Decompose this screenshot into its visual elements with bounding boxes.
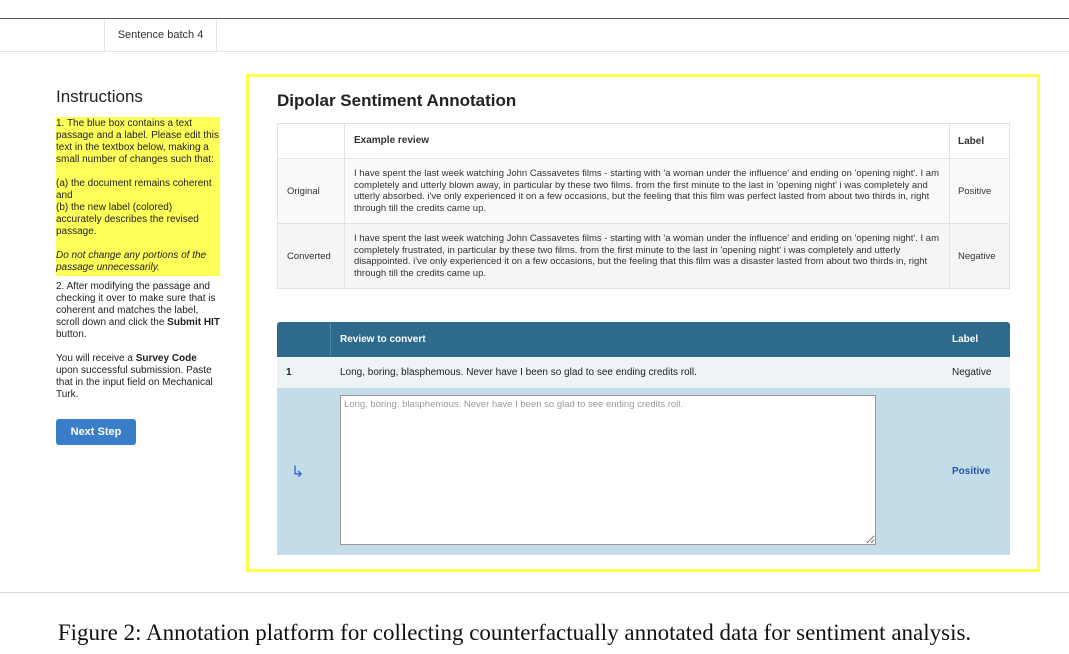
panel-title: Dipolar Sentiment Annotation xyxy=(277,91,517,110)
bottom-rule xyxy=(0,592,1069,593)
step3-text: You will receive a Survey Code upon succ… xyxy=(56,353,213,400)
example-table-header: Example review Label xyxy=(278,124,1009,159)
header-number xyxy=(277,322,331,357)
target-label: Positive xyxy=(952,466,991,477)
convert-table-header: Review to convert Label xyxy=(277,322,1010,357)
step1-a: (a) the document remains coherent and xyxy=(56,178,212,201)
highlighted-instructions: 1. The blue box contains a text passage … xyxy=(56,117,220,276)
figure-caption: Figure 2: Annotation platform for collec… xyxy=(0,620,1069,646)
table-row: 1 Long, boring, blasphemous. Never have … xyxy=(277,357,1010,388)
instructions-title: Instructions xyxy=(56,87,143,106)
revised-review-textarea[interactable] xyxy=(340,395,876,545)
caption-text: Figure 2: Annotation platform for collec… xyxy=(57,620,972,645)
example-table: Example review Label Original I have spe… xyxy=(277,123,1010,289)
row-name: Original xyxy=(278,159,345,223)
row-name: Converted xyxy=(278,224,345,288)
edit-cell xyxy=(331,395,946,548)
header-empty xyxy=(278,124,345,158)
step1-intro: 1. The blue box contains a text passage … xyxy=(56,118,219,165)
row-number: 1 xyxy=(286,367,292,378)
row-review: I have spent the last week watching John… xyxy=(345,224,950,288)
header-review-to-convert: Review to convert xyxy=(340,334,426,345)
return-arrow-icon: ↳ xyxy=(291,463,305,481)
annotation-panel: Dipolar Sentiment Annotation Example rev… xyxy=(246,74,1040,572)
source-label: Negative xyxy=(952,367,992,378)
header-example-review: Example review xyxy=(345,124,950,158)
convert-table: Review to convert Label 1 Long, boring, … xyxy=(277,322,1010,555)
step2-text: 2. After modifying the passage and check… xyxy=(56,281,220,340)
edit-row: ↳ Positive xyxy=(277,388,1010,555)
header-label: Label xyxy=(952,334,979,345)
table-row: Converted I have spent the last week wat… xyxy=(278,224,1009,288)
row-label: Negative xyxy=(958,250,996,262)
next-step-button[interactable]: Next Step xyxy=(56,419,136,445)
step1-b: (b) the new label (colored) accurately d… xyxy=(56,202,199,237)
row-review: I have spent the last week watching John… xyxy=(345,159,950,223)
row-label: Positive xyxy=(958,185,992,197)
table-row: Original I have spent the last week watc… xyxy=(278,159,1009,224)
submit-hit-term: Submit HIT xyxy=(167,317,220,328)
step1-note: Do not change any portions of the passag… xyxy=(56,250,207,273)
tab-bar: Sentence batch 4 xyxy=(0,19,1069,52)
tab-sentence-batch[interactable]: Sentence batch 4 xyxy=(104,19,217,52)
survey-code-term: Survey Code xyxy=(135,353,197,364)
instructions-sidebar: Instructions 1. The blue box contains a … xyxy=(56,86,220,445)
source-review: Long, boring, blasphemous. Never have I … xyxy=(340,367,697,378)
header-label: Label xyxy=(958,135,985,147)
